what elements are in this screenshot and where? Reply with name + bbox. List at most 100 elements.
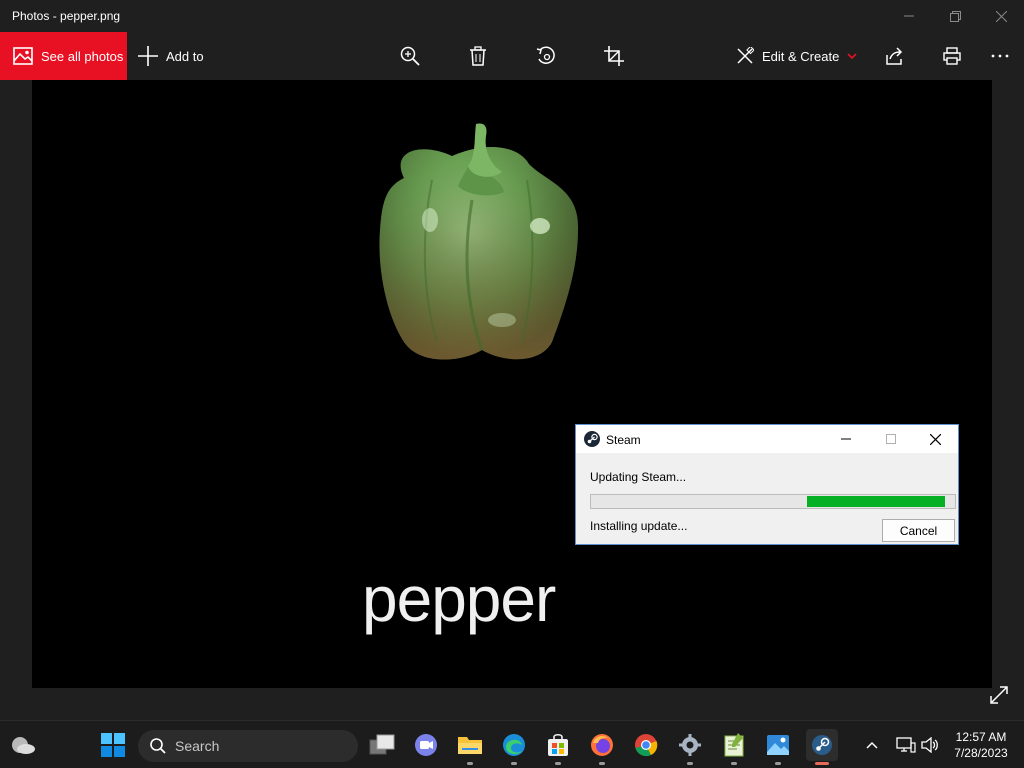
minimize-icon bbox=[904, 15, 914, 17]
cancel-button[interactable]: Cancel bbox=[882, 519, 955, 542]
running-indicator bbox=[775, 762, 781, 765]
running-indicator bbox=[599, 762, 605, 765]
clock-time: 12:57 AM bbox=[955, 730, 1007, 744]
chevron-up-icon bbox=[866, 741, 878, 749]
edit-create-icon bbox=[737, 47, 754, 64]
maximize-icon bbox=[885, 434, 896, 444]
running-indicator bbox=[555, 762, 561, 765]
system-clock[interactable]: 12:57 AM 7/28/2023 bbox=[946, 729, 1016, 761]
minimize-icon bbox=[840, 438, 851, 440]
title-bar[interactable]: Photos - pepper.png bbox=[0, 0, 1024, 32]
see-all-photos-button[interactable]: See all photos bbox=[0, 32, 127, 80]
clock-date: 7/28/2023 bbox=[954, 746, 1008, 760]
chevron-down-icon bbox=[847, 53, 857, 59]
running-indicator bbox=[467, 762, 473, 765]
teams-chat-button[interactable] bbox=[410, 729, 442, 761]
steam-icon bbox=[812, 735, 832, 755]
weather-cloud-icon bbox=[12, 737, 35, 754]
more-button[interactable] bbox=[988, 44, 1012, 68]
rotate-icon bbox=[536, 46, 555, 64]
windows-logo-icon bbox=[101, 733, 125, 757]
start-button[interactable] bbox=[97, 729, 129, 761]
image-canvas[interactable]: pepper bbox=[32, 80, 992, 688]
photos-app-icon bbox=[767, 735, 789, 755]
steam-dialog-title: Steam bbox=[606, 433, 641, 447]
photos-toolbar: See all photos Add to Edit & Create bbox=[0, 32, 1024, 80]
active-indicator bbox=[815, 762, 829, 765]
settings-button[interactable] bbox=[674, 729, 706, 765]
notepad-plus-plus-icon bbox=[724, 733, 744, 757]
edit-create-label: Edit & Create bbox=[762, 48, 840, 64]
crop-icon bbox=[604, 46, 624, 66]
steam-substatus-text: Installing update... bbox=[590, 519, 688, 533]
close-icon bbox=[995, 10, 1007, 22]
image-caption-text: pepper bbox=[362, 563, 556, 635]
delete-icon bbox=[470, 46, 486, 66]
store-icon bbox=[548, 733, 568, 756]
steam-taskbar-button[interactable] bbox=[806, 729, 838, 765]
restore-button[interactable] bbox=[932, 0, 978, 32]
plus-icon bbox=[138, 46, 158, 66]
photos-window: Photos - pepper.png See all photos Add t… bbox=[0, 0, 1024, 720]
show-hidden-icons-button[interactable] bbox=[856, 729, 888, 761]
zoom-icon bbox=[400, 46, 420, 66]
file-explorer-button[interactable] bbox=[454, 729, 486, 765]
chrome-button[interactable] bbox=[630, 729, 662, 761]
running-indicator bbox=[731, 762, 737, 765]
steam-logo-icon bbox=[584, 431, 600, 447]
close-icon bbox=[930, 433, 941, 445]
share-button[interactable] bbox=[882, 44, 906, 68]
taskbar-search-box[interactable]: Search bbox=[138, 730, 358, 762]
task-view-button[interactable] bbox=[366, 729, 398, 761]
task-view-icon bbox=[369, 734, 395, 755]
photos-icon bbox=[13, 47, 33, 65]
close-button[interactable] bbox=[978, 0, 1024, 32]
minimize-button[interactable] bbox=[886, 0, 932, 32]
window-title: Photos - pepper.png bbox=[12, 9, 121, 23]
progress-fill bbox=[807, 496, 945, 507]
rotate-button[interactable] bbox=[534, 44, 558, 68]
see-all-photos-label: See all photos bbox=[41, 48, 124, 64]
edge-icon bbox=[503, 734, 525, 756]
running-indicator bbox=[687, 762, 693, 765]
share-icon bbox=[886, 47, 903, 65]
steam-title-bar[interactable]: Steam bbox=[576, 425, 958, 453]
steam-maximize-button[interactable] bbox=[868, 425, 913, 453]
steam-minimize-button[interactable] bbox=[823, 425, 868, 453]
steam-status-text: Updating Steam... bbox=[590, 470, 687, 484]
edit-create-button[interactable]: Edit & Create bbox=[736, 32, 857, 80]
firefox-button[interactable] bbox=[586, 729, 618, 765]
print-icon bbox=[943, 47, 961, 65]
teams-chat-icon bbox=[415, 734, 437, 756]
update-progress-bar bbox=[590, 494, 956, 509]
crop-button[interactable] bbox=[602, 44, 626, 68]
restore-icon bbox=[949, 10, 961, 22]
gear-icon bbox=[679, 734, 701, 756]
add-to-button[interactable]: Add to bbox=[138, 32, 204, 80]
steam-close-button[interactable] bbox=[913, 425, 958, 453]
folder-icon bbox=[458, 737, 482, 754]
microsoft-store-button[interactable] bbox=[542, 729, 574, 765]
chrome-icon bbox=[635, 734, 658, 757]
steam-update-dialog: Steam Updating Steam... Installing updat… bbox=[575, 424, 959, 545]
speaker-icon bbox=[921, 737, 938, 753]
notepad-plus-plus-button[interactable] bbox=[718, 729, 750, 765]
weather-widget-button[interactable] bbox=[7, 729, 39, 761]
taskbar: Search 12:57 AM 7/28/2023 bbox=[0, 720, 1024, 768]
volume-button[interactable] bbox=[914, 729, 946, 761]
running-indicator bbox=[511, 762, 517, 765]
delete-button[interactable] bbox=[466, 44, 490, 68]
steam-dialog-body: Updating Steam... Installing update... C… bbox=[576, 453, 958, 544]
search-placeholder: Search bbox=[175, 738, 220, 754]
edge-button[interactable] bbox=[498, 729, 530, 765]
firefox-icon bbox=[591, 734, 613, 756]
search-icon bbox=[150, 738, 166, 754]
network-icon bbox=[896, 737, 916, 753]
zoom-button[interactable] bbox=[398, 44, 422, 68]
print-button[interactable] bbox=[940, 44, 964, 68]
fullscreen-button[interactable] bbox=[988, 684, 1012, 708]
add-to-label: Add to bbox=[166, 48, 204, 64]
expand-icon bbox=[990, 686, 1008, 704]
more-icon bbox=[991, 54, 1009, 58]
photos-app-button[interactable] bbox=[762, 729, 794, 765]
